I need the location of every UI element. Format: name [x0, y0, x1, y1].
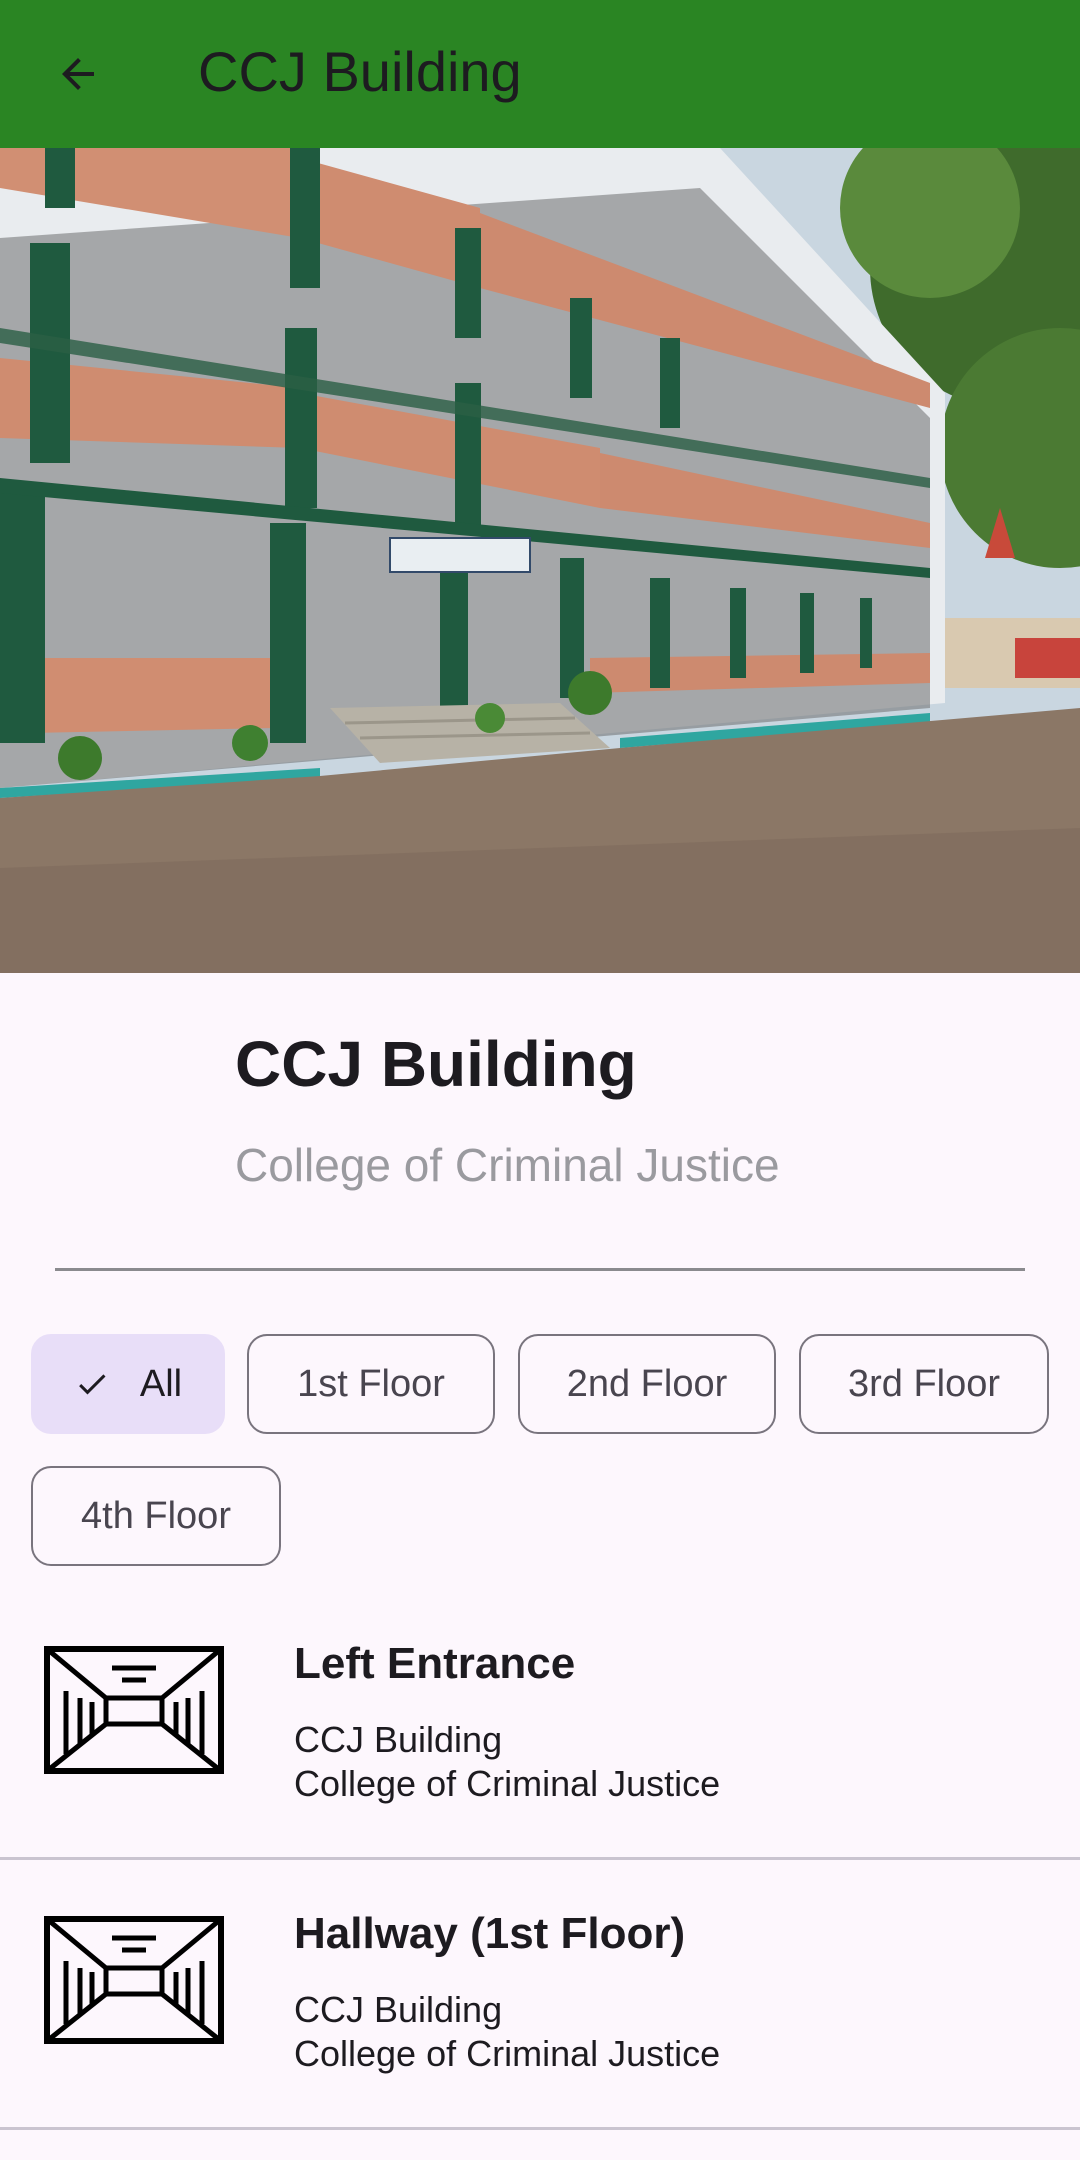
- building-title: CCJ Building: [235, 1028, 637, 1100]
- building-subtitle: College of Criminal Justice: [235, 1139, 780, 1191]
- location-title: Left Entrance: [294, 1639, 576, 1688]
- filter-chip-1st-floor[interactable]: 1st Floor: [247, 1334, 495, 1434]
- check-icon: [74, 1366, 110, 1402]
- filter-chip-4th-floor[interactable]: 4th Floor: [31, 1466, 281, 1566]
- location-building: CCJ Building: [294, 1719, 503, 1760]
- hallway-icon: [44, 1916, 224, 2044]
- location-building: CCJ Building: [294, 1989, 503, 2030]
- hallway-icon: [44, 1646, 224, 1774]
- filter-chip-all[interactable]: All: [31, 1334, 225, 1434]
- location-title: Hallway (1st Floor): [294, 1909, 686, 1958]
- filter-chip-label: 3rd Floor: [847, 1362, 1001, 1405]
- filter-chip-3rd-floor[interactable]: 3rd Floor: [799, 1334, 1049, 1434]
- location-college: College of Criminal Justice: [294, 2033, 721, 2074]
- location-list-item[interactable]: Left Entrance CCJ Building College of Cr…: [0, 1590, 1080, 1860]
- arrow-back-icon: [62, 58, 94, 90]
- filter-chip-label: All: [139, 1362, 183, 1405]
- filter-chip-label: 4th Floor: [81, 1494, 231, 1537]
- location-list-item[interactable]: Hallway (1st Floor) CCJ Building College…: [0, 1860, 1080, 2130]
- back-button[interactable]: [38, 34, 118, 114]
- filter-chip-label: 1st Floor: [297, 1362, 445, 1405]
- filter-chip-2nd-floor[interactable]: 2nd Floor: [518, 1334, 776, 1434]
- location-college: College of Criminal Justice: [294, 1763, 721, 1804]
- app-bar-title: CCJ Building: [198, 40, 522, 103]
- divider: [55, 1268, 1025, 1271]
- filter-chip-label: 2nd Floor: [566, 1362, 728, 1405]
- app-bar: CCJ Building: [0, 0, 1080, 148]
- building-photo: [0, 148, 1080, 973]
